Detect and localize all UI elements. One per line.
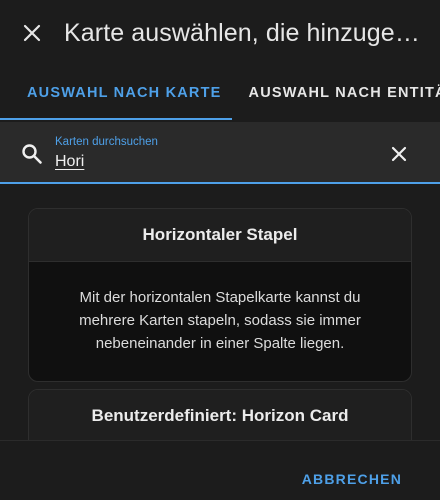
search-input[interactable] <box>55 151 355 173</box>
tab-by-entity[interactable]: AUSWAHL NACH ENTITÄT <box>222 66 440 120</box>
card-list: Horizontaler Stapel Mit der horizontalen… <box>0 184 440 440</box>
cancel-button[interactable]: ABBRECHEN <box>302 471 402 487</box>
card-description: Mit der horizontalen Stapelkarte kannst … <box>79 289 361 352</box>
search-field[interactable]: Karten durchsuchen <box>0 122 440 184</box>
clear-icon <box>391 146 407 162</box>
search-icon <box>22 144 42 164</box>
card-picker-dialog: Karte auswählen, die hinzugefügt werden … <box>0 0 440 500</box>
tab-by-card[interactable]: AUSWAHL NACH KARTE <box>0 66 232 120</box>
close-icon <box>23 24 41 42</box>
dialog-header: Karte auswählen, die hinzugefügt werden … <box>0 0 440 66</box>
card-option-horizontal-stack[interactable]: Horizontaler Stapel Mit der horizontalen… <box>28 208 412 382</box>
clear-search-button[interactable] <box>388 143 410 165</box>
card-option-horizon-card[interactable]: Benutzerdefiniert: Horizon Card <box>28 389 412 440</box>
dialog-footer: ABBRECHEN <box>0 440 440 500</box>
dialog-title: Karte auswählen, die hinzugefügt werden … <box>64 18 420 47</box>
close-button[interactable] <box>18 19 46 47</box>
card-title: Benutzerdefiniert: Horizon Card <box>29 390 411 440</box>
search-label: Karten durchsuchen <box>55 136 158 148</box>
tab-bar: AUSWAHL NACH KARTE AUSWAHL NACH ENTITÄT <box>0 66 440 120</box>
card-title: Horizontaler Stapel <box>29 209 411 262</box>
